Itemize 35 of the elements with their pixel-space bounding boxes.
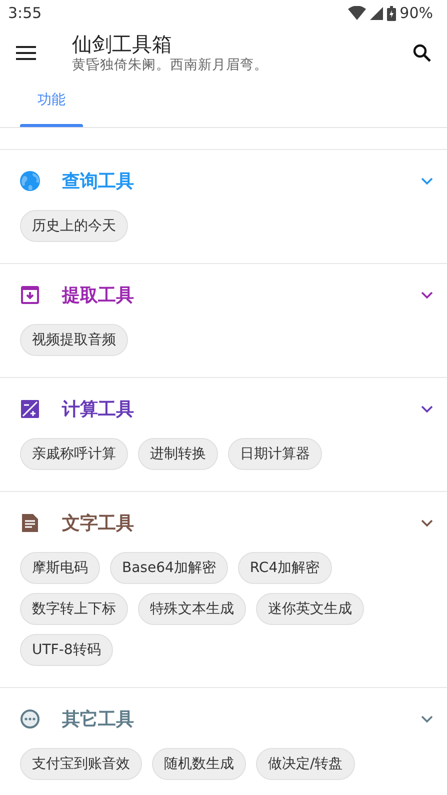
- battery-icon: [386, 6, 396, 20]
- menu-button[interactable]: [16, 46, 36, 60]
- chevron-button[interactable]: [421, 519, 433, 527]
- chevron-button[interactable]: [421, 291, 433, 299]
- tool-chip[interactable]: 迷你英文生成: [256, 593, 364, 625]
- status-time: 3:55: [8, 2, 42, 24]
- tool-chip[interactable]: Base64加解密: [110, 552, 228, 584]
- tool-chip[interactable]: 亲戚称呼计算: [20, 438, 128, 470]
- section-title: 提取工具: [62, 284, 135, 308]
- tool-chip[interactable]: 摩斯电码: [20, 552, 100, 584]
- tool-chip[interactable]: 数字转上下标: [20, 593, 128, 625]
- app-subtitle: 黄昏独倚朱阑。西南新月眉弯。: [72, 56, 269, 74]
- search-button[interactable]: [413, 44, 431, 62]
- tool-chip[interactable]: 支付宝到账音效: [20, 748, 142, 780]
- chevron-button[interactable]: [421, 405, 433, 413]
- tool-chip[interactable]: 随机数生成: [152, 748, 246, 780]
- section-title: 其它工具: [62, 708, 135, 732]
- section-title: 查询工具: [62, 170, 135, 194]
- tool-chip[interactable]: 历史上的今天: [20, 210, 128, 242]
- tab[interactable]: 功能: [20, 80, 83, 127]
- tool-chip[interactable]: 视频提取音频: [20, 324, 128, 356]
- tool-chip[interactable]: 特殊文本生成: [138, 593, 246, 625]
- tool-chip[interactable]: 日期计算器: [228, 438, 322, 470]
- chevron-button[interactable]: [421, 715, 433, 723]
- tool-chip[interactable]: RC4加解密: [238, 552, 332, 584]
- tool-chip[interactable]: 做决定/转盘: [256, 748, 355, 780]
- chevron-button[interactable]: [421, 177, 433, 185]
- section-title: 计算工具: [62, 398, 135, 422]
- section-title: 文字工具: [62, 512, 135, 536]
- wifi-icon: [348, 6, 366, 20]
- signal-icon: [370, 6, 383, 20]
- tool-chip[interactable]: 进制转换: [138, 438, 218, 470]
- battery-percent: 90%: [400, 2, 433, 24]
- tool-chip[interactable]: UTF-8转码: [20, 634, 113, 666]
- app-title: 仙剑工具箱: [72, 32, 173, 56]
